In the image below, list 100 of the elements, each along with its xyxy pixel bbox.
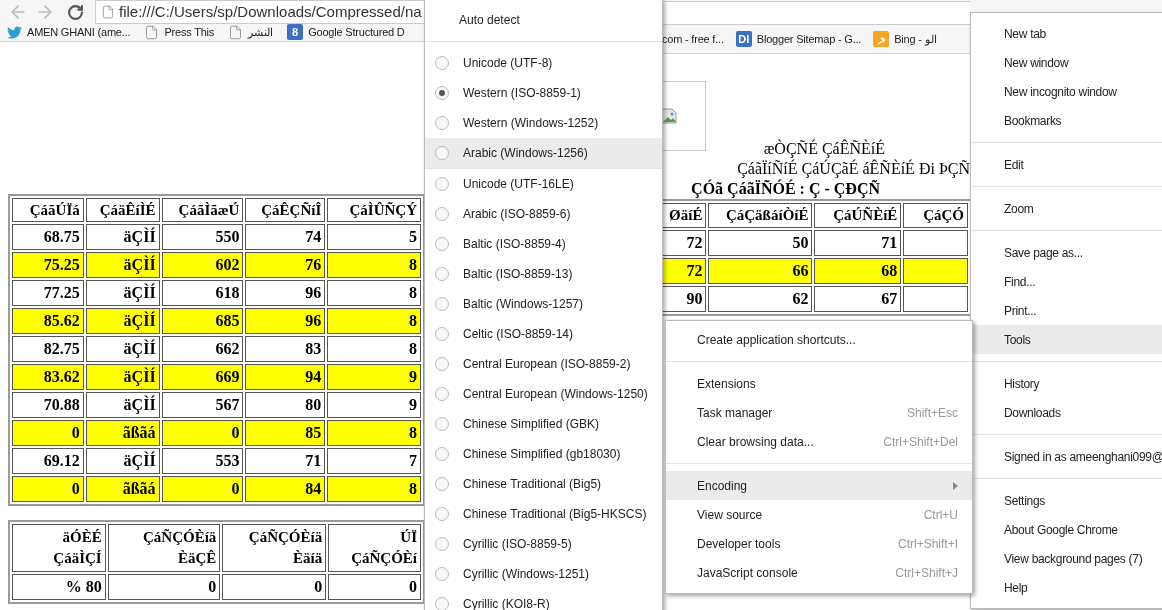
menu-item[interactable]: Chinese Traditional (Big5-HKSCS) xyxy=(425,499,662,529)
table-cell: 8 xyxy=(327,336,421,362)
shortcut-text: Ctrl+U xyxy=(923,506,958,524)
radio-button[interactable] xyxy=(435,56,449,70)
menu-item[interactable]: Arabic (Windows-1256) xyxy=(425,138,662,168)
menu-item[interactable]: Downloads xyxy=(971,398,1162,427)
menu-item[interactable]: Central European (Windows-1250) xyxy=(425,379,662,409)
radio-button[interactable] xyxy=(435,116,449,130)
radio-button[interactable] xyxy=(435,477,449,491)
menu-item[interactable]: Central European (ISO-8859-2) xyxy=(425,349,662,379)
menu-item[interactable]: Western (Windows-1252) xyxy=(425,108,662,138)
menu-item[interactable]: Auto detect xyxy=(425,5,662,35)
menu-item[interactable]: Developer tools Ctrl+Shift+I xyxy=(666,529,972,558)
column-header: ÇáãÚÏá xyxy=(12,197,84,222)
radio-button[interactable] xyxy=(435,86,449,100)
table-cell: 67 xyxy=(814,285,902,312)
menu-item[interactable]: Western (ISO-8859-1) xyxy=(425,78,662,108)
menu-item[interactable]: Clear browsing data... Ctrl+Shift+Del xyxy=(666,427,972,456)
menu-item[interactable]: Unicode (UTF-16LE) xyxy=(425,169,662,199)
menu-item[interactable]: New incognito window xyxy=(971,77,1162,106)
menu-item[interactable]: Arabic (ISO-8859-6) xyxy=(425,199,662,229)
column-header: ÇáÇÓ xyxy=(903,203,968,228)
column-header: ÇáãÌãæÚ xyxy=(161,197,244,222)
reload-icon[interactable] xyxy=(67,3,84,21)
table-cell: 0 xyxy=(107,574,221,600)
menu-item[interactable]: Baltic (Windows-1257) xyxy=(425,289,662,319)
menu-item[interactable]: Cyrillic (Windows-1251) xyxy=(425,559,662,589)
bookmark-link[interactable]: Blogger Sitemap - G... xyxy=(756,30,862,48)
menu-item[interactable]: Chinese Simplified (GBK) xyxy=(425,409,662,439)
radio-button[interactable] xyxy=(435,567,449,581)
column-header: ÇáÚÑÈíÉ xyxy=(814,203,902,228)
menu-item[interactable]: Edit xyxy=(971,150,1162,179)
menu-item[interactable]: Encoding xyxy=(666,471,972,500)
table-cell: äÇÌÍ xyxy=(85,280,160,306)
menu-item[interactable]: Unicode (UTF-8) xyxy=(425,48,662,78)
radio-button[interactable] xyxy=(435,387,449,401)
menu-item[interactable]: About Google Chrome xyxy=(971,515,1162,544)
bookmark-link[interactable]: AMEN GHANI (ame... xyxy=(27,24,131,41)
menu-item[interactable]: Cyrillic (ISO-8859-5) xyxy=(425,529,662,559)
menu-item[interactable]: History xyxy=(971,369,1162,398)
bookmark-link[interactable]: النشر xyxy=(248,24,274,41)
table-cell: 85.62 xyxy=(12,308,84,334)
column-header: ÚÏ ÇáÑÇÓÈí xyxy=(328,524,421,572)
radio-button[interactable] xyxy=(435,597,449,610)
school-name: ÇÓã ÇáãÏÑÓÉ : Ç - ÇÐÇÑ xyxy=(691,179,880,199)
menu-item[interactable]: Tools xyxy=(971,325,1162,354)
menu-item[interactable]: New window xyxy=(971,48,1162,77)
menu-item[interactable]: Cyrillic (KOI8-R) xyxy=(425,589,662,610)
table-cell: 5 xyxy=(327,224,421,250)
radio-button[interactable] xyxy=(435,537,449,551)
table-cell: 0 xyxy=(222,574,327,600)
menu-item[interactable]: Find... xyxy=(971,267,1162,296)
column-header: ÇáäÊíÌÉ xyxy=(85,197,160,222)
bookmark-link[interactable]: Press This xyxy=(164,24,215,41)
menu-item[interactable]: Print... xyxy=(971,296,1162,325)
table-cell: äÇÌÍ xyxy=(85,308,160,334)
menu-item[interactable]: Task manager Shift+Esc xyxy=(666,398,972,427)
menu-item[interactable]: Extensions xyxy=(666,369,972,398)
address-bar[interactable] xyxy=(662,0,970,25)
menu-item[interactable]: Chinese Traditional (Big5) xyxy=(425,469,662,499)
bing-icon xyxy=(873,31,890,47)
radio-button[interactable] xyxy=(435,507,449,521)
table-cell: 669 xyxy=(161,364,244,390)
bookmark-link[interactable]: Google Structured D xyxy=(308,24,405,41)
radio-button[interactable] xyxy=(435,297,449,311)
menu-item[interactable]: Help xyxy=(971,573,1162,602)
bookmark-link[interactable]: Bing - الو xyxy=(894,30,937,48)
address-bar[interactable]: file:///C:/Users/sp/Downloads/Compressed/na xyxy=(95,0,425,24)
menu-item[interactable]: New tab xyxy=(971,19,1162,48)
table-cell: äÇÌÍ xyxy=(85,336,160,362)
menu-item[interactable]: Baltic (ISO-8859-13) xyxy=(425,259,662,289)
radio-button[interactable] xyxy=(435,237,449,251)
radio-button[interactable] xyxy=(435,327,449,341)
shortcut-text: Ctrl+Shift+Del xyxy=(883,433,958,451)
radio-button[interactable] xyxy=(435,177,449,191)
menu-item[interactable]: Signed in as ameenghani099@ xyxy=(971,442,1162,471)
menu-item[interactable]: View background pages (7) xyxy=(971,544,1162,573)
menu-item[interactable]: Zoom xyxy=(971,194,1162,223)
table-cell: 90 xyxy=(662,285,707,312)
menu-item[interactable]: Bookmarks xyxy=(971,106,1162,135)
table-cell: 0 xyxy=(161,476,244,502)
menu-item[interactable]: Create application shortcuts... xyxy=(666,325,972,354)
menu-item[interactable]: Save page as... xyxy=(971,238,1162,267)
radio-button[interactable] xyxy=(435,267,449,281)
table-cell: 662 xyxy=(161,336,244,362)
radio-button[interactable] xyxy=(435,357,449,371)
menu-item[interactable]: JavaScript console Ctrl+Shift+J xyxy=(666,558,972,587)
radio-button[interactable] xyxy=(435,207,449,221)
radio-button[interactable] xyxy=(435,417,449,431)
menu-item[interactable]: Settings xyxy=(971,486,1162,515)
menu-item[interactable]: Celtic (ISO-8859-14) xyxy=(425,319,662,349)
radio-button[interactable] xyxy=(435,447,449,461)
ministry-title: æÒÇÑÉ ÇáÊÑÈíÉ xyxy=(763,139,885,159)
radio-button[interactable] xyxy=(435,146,449,160)
bookmark-link[interactable]: com - free f... xyxy=(662,30,724,48)
table-cell: 68 xyxy=(814,257,902,284)
table-cell: 83 xyxy=(245,336,326,362)
menu-item[interactable]: Chinese Simplified (gb18030) xyxy=(425,439,662,469)
menu-item[interactable]: View source Ctrl+U xyxy=(666,500,972,529)
menu-item[interactable]: Baltic (ISO-8859-4) xyxy=(425,229,662,259)
